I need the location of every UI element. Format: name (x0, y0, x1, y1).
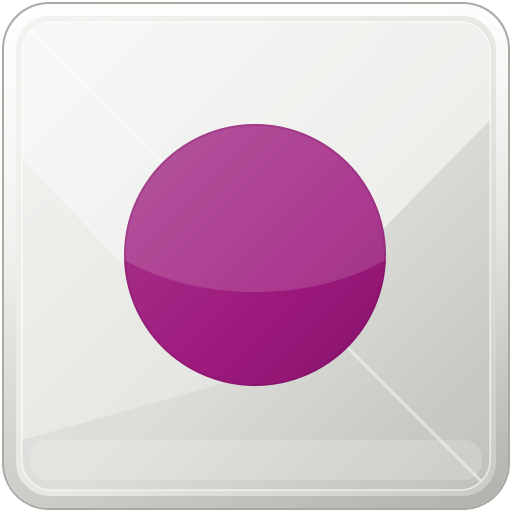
tile-bottom-gloss (30, 440, 482, 480)
record-icon (2, 2, 510, 510)
record-icon-button[interactable] (0, 0, 512, 512)
